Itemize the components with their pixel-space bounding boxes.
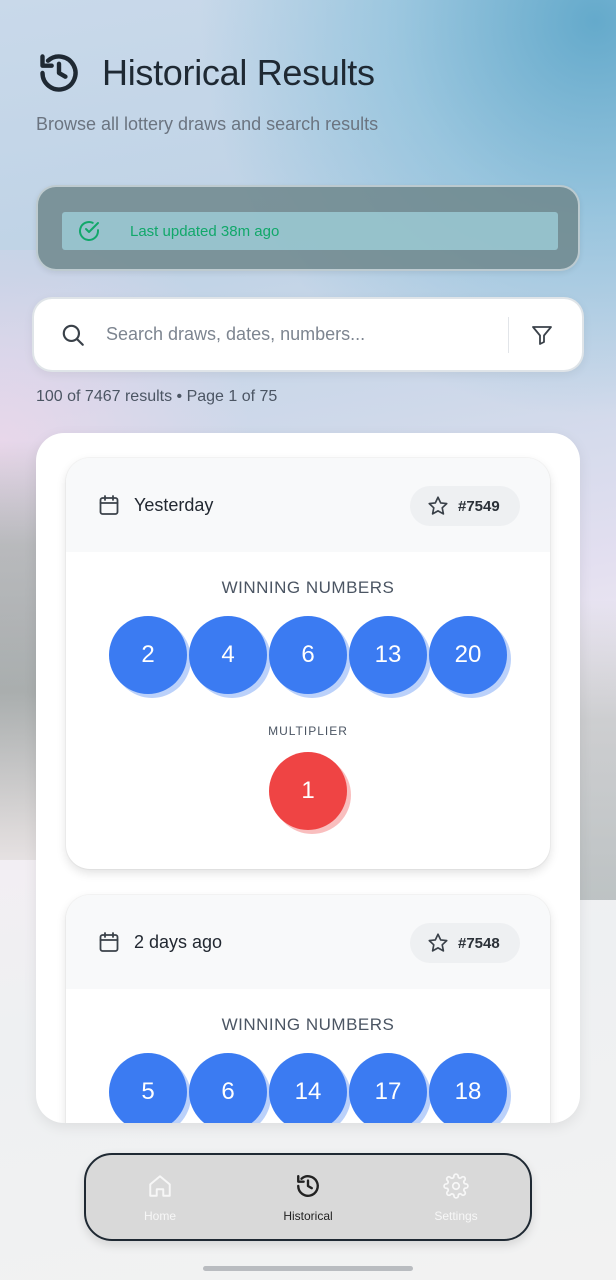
- nav-item-historical[interactable]: Historical: [248, 1172, 368, 1223]
- nav-item-settings[interactable]: Settings: [396, 1172, 516, 1223]
- number-ball: 14: [269, 1053, 347, 1123]
- history-icon: [294, 1172, 322, 1200]
- draw-number-badge[interactable]: #7548: [410, 923, 520, 963]
- calendar-icon: [96, 492, 122, 518]
- bottom-nav: Home Historical Settings: [84, 1153, 532, 1241]
- check-circle-icon: [68, 212, 110, 250]
- home-indicator[interactable]: [203, 1266, 413, 1271]
- page-header: Historical Results: [36, 50, 375, 96]
- history-icon: [36, 50, 82, 96]
- multiplier-ball: 1: [269, 752, 347, 830]
- draw-card-header: 2 days ago #7548: [66, 895, 550, 989]
- nav-item-home[interactable]: Home: [100, 1172, 220, 1223]
- draw-date: 2 days ago: [134, 931, 223, 952]
- number-ball: 4: [189, 616, 267, 694]
- draw-number: #7548: [458, 934, 500, 952]
- calendar-icon: [96, 929, 122, 955]
- results-count: 100 of 7467 results • Page 1 of 75: [36, 388, 278, 405]
- results-list[interactable]: Yesterday #7549 WINNING NUMBERS 2 4 6 13…: [36, 433, 580, 1123]
- gear-icon: [442, 1172, 470, 1200]
- page-subtitle: Browse all lottery draws and search resu…: [36, 114, 379, 134]
- status-text: Last updated 38m ago: [130, 222, 280, 240]
- page-title: Historical Results: [102, 52, 375, 93]
- number-ball: 18: [429, 1053, 507, 1123]
- number-ball: 6: [189, 1053, 267, 1123]
- home-icon: [146, 1172, 174, 1200]
- status-banner: Last updated 38m ago: [62, 212, 558, 250]
- winning-numbers: 5 6 14 17 18: [66, 1053, 550, 1123]
- nav-label-historical: Historical: [283, 1208, 333, 1223]
- winning-numbers: 2 4 6 13 20: [66, 616, 550, 694]
- winning-numbers-label: WINNING NUMBERS: [221, 578, 395, 597]
- filter-icon[interactable]: [527, 320, 557, 350]
- multiplier-label: MULTIPLIER: [268, 724, 348, 738]
- draw-date: Yesterday: [134, 494, 214, 515]
- nav-label-home: Home: [143, 1208, 176, 1223]
- draw-card[interactable]: 2 days ago #7548 WINNING NUMBERS 5 6 14 …: [66, 895, 550, 1123]
- search-input[interactable]: [106, 324, 486, 345]
- status-card: Last updated 38m ago: [36, 185, 580, 271]
- search-divider: [508, 316, 509, 353]
- nav-label-settings: Settings: [434, 1208, 478, 1223]
- star-icon[interactable]: [426, 931, 450, 955]
- number-ball: 20: [429, 616, 507, 694]
- number-ball: 2: [109, 616, 187, 694]
- number-ball: 6: [269, 616, 347, 694]
- draw-card-header: Yesterday #7549: [66, 458, 550, 552]
- number-ball: 5: [109, 1053, 187, 1123]
- draw-card[interactable]: Yesterday #7549 WINNING NUMBERS 2 4 6 13…: [66, 458, 550, 869]
- search-bar: [32, 297, 584, 372]
- star-icon[interactable]: [426, 494, 450, 518]
- draw-number: #7549: [458, 497, 500, 515]
- number-ball: 13: [349, 616, 427, 694]
- search-icon: [58, 320, 88, 350]
- winning-numbers-label: WINNING NUMBERS: [221, 1015, 395, 1034]
- number-ball: 17: [349, 1053, 427, 1123]
- draw-number-badge[interactable]: #7549: [410, 486, 520, 526]
